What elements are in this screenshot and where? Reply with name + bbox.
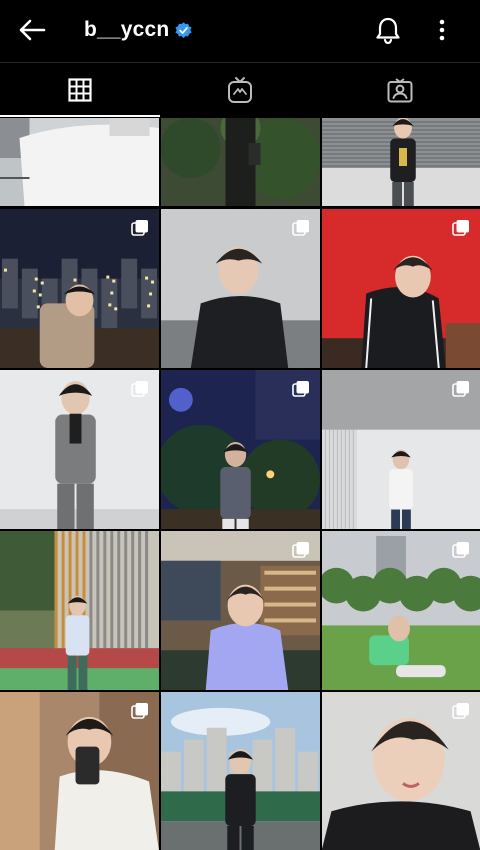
post-thumbnail[interactable] bbox=[0, 531, 159, 690]
more-vertical-icon bbox=[439, 19, 445, 41]
profile-header: b__yccn bbox=[0, 0, 480, 60]
more-options-button[interactable] bbox=[428, 14, 456, 46]
post-thumbnail[interactable] bbox=[161, 370, 320, 529]
profile-tabs bbox=[0, 62, 480, 117]
post-thumbnail[interactable] bbox=[322, 118, 480, 206]
carousel-icon bbox=[292, 219, 310, 237]
tagged-user-icon bbox=[387, 78, 413, 103]
carousel-icon bbox=[452, 380, 470, 398]
igtv-icon bbox=[228, 77, 252, 103]
carousel-icon bbox=[131, 702, 149, 720]
notifications-button[interactable] bbox=[372, 14, 404, 46]
post-thumbnail[interactable] bbox=[161, 118, 320, 206]
tab-tagged[interactable] bbox=[320, 63, 480, 117]
carousel-icon bbox=[452, 219, 470, 237]
posts-grid bbox=[0, 118, 480, 850]
post-image bbox=[0, 531, 159, 690]
post-thumbnail[interactable] bbox=[161, 692, 320, 850]
back-button[interactable] bbox=[14, 14, 50, 46]
bell-icon bbox=[376, 17, 400, 44]
verified-badge-icon bbox=[175, 21, 193, 39]
active-tab-indicator bbox=[0, 115, 160, 117]
post-image bbox=[322, 118, 480, 206]
username: b__yccn bbox=[84, 18, 170, 41]
carousel-icon bbox=[131, 380, 149, 398]
post-thumbnail[interactable] bbox=[0, 692, 159, 850]
carousel-icon bbox=[452, 702, 470, 720]
post-thumbnail[interactable] bbox=[0, 370, 159, 529]
post-thumbnail[interactable] bbox=[0, 118, 159, 206]
grid-icon bbox=[68, 78, 92, 102]
carousel-icon bbox=[131, 219, 149, 237]
post-thumbnail[interactable] bbox=[322, 370, 480, 529]
post-thumbnail[interactable] bbox=[0, 209, 159, 368]
carousel-icon bbox=[292, 541, 310, 559]
carousel-icon bbox=[292, 380, 310, 398]
tab-posts-grid[interactable] bbox=[0, 63, 160, 117]
post-image bbox=[161, 118, 320, 206]
arrow-left-icon bbox=[19, 19, 46, 41]
post-image bbox=[0, 118, 159, 206]
carousel-icon bbox=[452, 541, 470, 559]
tab-igtv[interactable] bbox=[160, 63, 320, 117]
post-thumbnail[interactable] bbox=[161, 209, 320, 368]
post-thumbnail[interactable] bbox=[322, 531, 480, 690]
profile-title: b__yccn bbox=[84, 16, 193, 44]
post-thumbnail[interactable] bbox=[322, 209, 480, 368]
post-thumbnail[interactable] bbox=[161, 531, 320, 690]
post-thumbnail[interactable] bbox=[322, 692, 480, 850]
post-image bbox=[161, 692, 320, 850]
